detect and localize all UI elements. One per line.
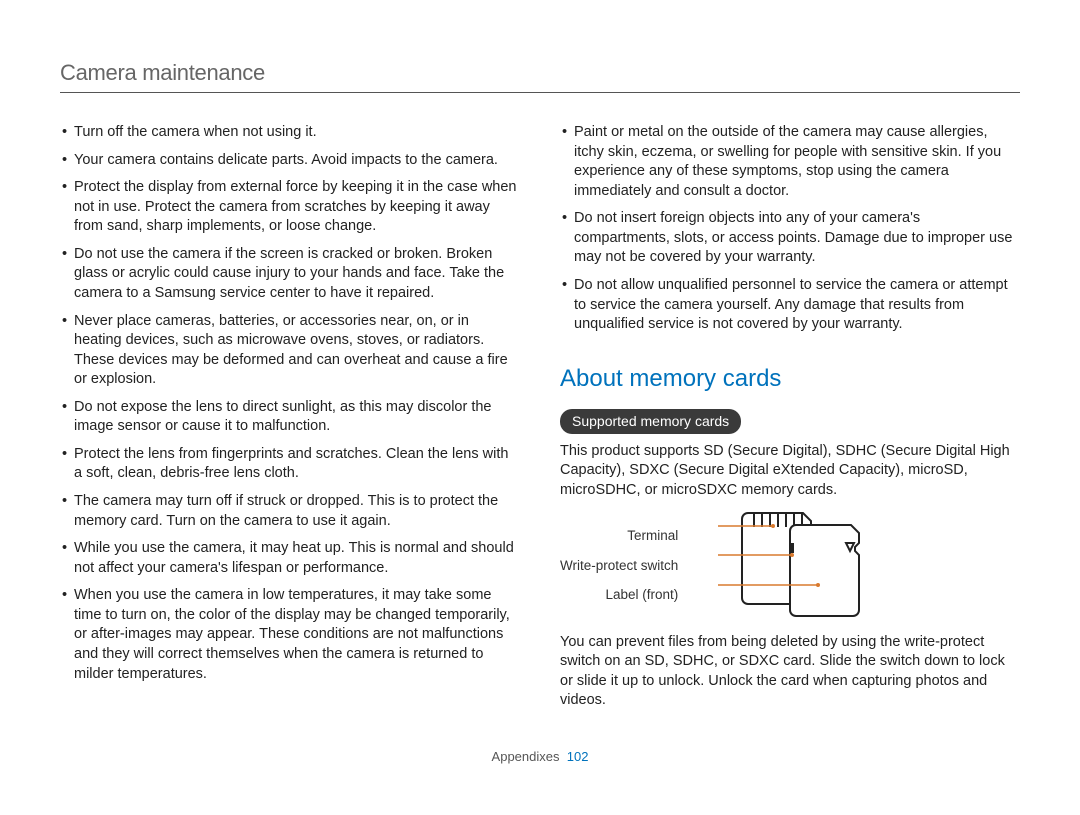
list-item: Do not expose the lens to direct sunligh…: [74, 398, 520, 437]
right-bullet-list: Paint or metal on the outside of the cam…: [560, 123, 1020, 335]
list-item: When you use the camera in low temperatu…: [74, 586, 520, 684]
list-item: Protect the lens from fingerprints and s…: [74, 445, 520, 484]
list-item: Do not allow unqualified personnel to se…: [574, 276, 1020, 335]
subsection-pill: Supported memory cards: [560, 409, 741, 434]
list-item: Do not use the camera if the screen is c…: [74, 245, 520, 304]
sd-card-icon: [718, 511, 893, 621]
list-item: Turn off the camera when not using it.: [74, 123, 520, 143]
footer-section: Appendixes: [492, 749, 560, 764]
sd-card-diagram: Terminal Write-protect switch Label (fro…: [560, 511, 1020, 621]
right-column: Paint or metal on the outside of the cam…: [560, 123, 1020, 721]
left-bullet-list: Turn off the camera when not using it. Y…: [60, 123, 520, 684]
list-item: Never place cameras, batteries, or acces…: [74, 312, 520, 390]
list-item: Your camera contains delicate parts. Avo…: [74, 151, 520, 171]
header-divider: [60, 92, 1020, 93]
list-item: Paint or metal on the outside of the cam…: [574, 123, 1020, 201]
page-footer: Appendixes 102: [60, 749, 1020, 764]
list-item: The camera may turn off if struck or dro…: [74, 492, 520, 531]
list-item: While you use the camera, it may heat up…: [74, 539, 520, 578]
intro-paragraph: This product supports SD (Secure Digital…: [560, 442, 1020, 501]
diagram-label-write-protect: Write-protect switch: [560, 551, 678, 581]
list-item: Do not insert foreign objects into any o…: [574, 209, 1020, 268]
outro-paragraph: You can prevent files from being deleted…: [560, 633, 1020, 711]
list-item: Protect the display from external force …: [74, 178, 520, 237]
diagram-label-terminal: Terminal: [560, 521, 678, 551]
footer-page-number: 102: [567, 749, 589, 764]
diagram-label-front: Label (front): [560, 580, 678, 610]
page-title: Camera maintenance: [60, 60, 1020, 86]
section-heading: About memory cards: [560, 363, 1020, 395]
left-column: Turn off the camera when not using it. Y…: [60, 123, 520, 721]
